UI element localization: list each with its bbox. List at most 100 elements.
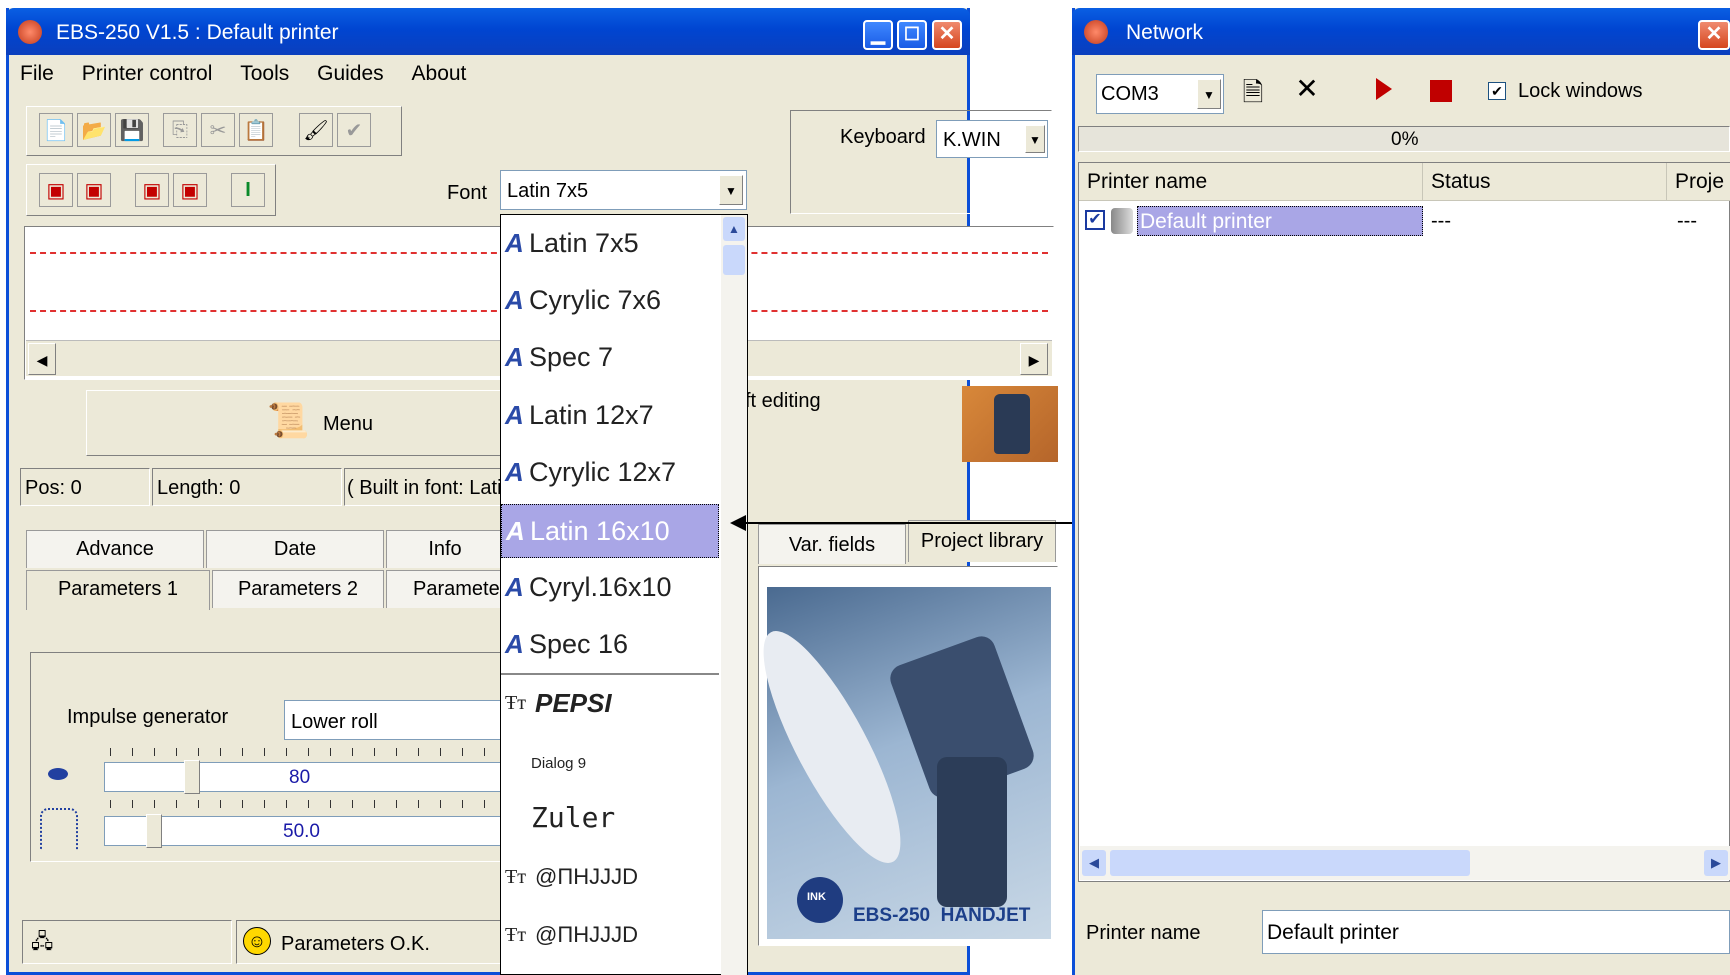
document-icon[interactable]: 🗎 [1236,74,1270,112]
lock-windows-checkbox[interactable]: ✔ [1488,82,1506,100]
open-file-icon[interactable]: 📂 [77,113,111,147]
font-option[interactable]: A Cyrylic 12x7 [501,446,719,498]
cut-icon[interactable]: ✂ [201,113,235,147]
paste-icon[interactable]: 📋 [239,113,273,147]
column-project[interactable]: Proje [1667,163,1730,201]
font-tool-2-icon[interactable]: ▣ [77,173,111,207]
pos-value: Pos: 0 [25,477,82,499]
menu-printer-control[interactable]: Printer control [82,62,213,86]
stop-icon[interactable] [1430,80,1452,102]
slider2-thumb[interactable] [146,814,162,848]
scroll-left-icon[interactable]: ◀ [28,343,56,375]
copy-icon[interactable]: ⎘ [163,113,197,147]
keyboard-select[interactable]: K.WIN ▼ [936,120,1048,158]
printer-name-value: Default printer [1267,921,1399,944]
slider1-thumb[interactable] [184,760,200,794]
tab-project-library[interactable]: Project library [908,520,1056,562]
close-button[interactable]: ✕ [932,20,962,50]
menu-tools[interactable]: Tools [240,62,289,86]
printer-name-label: Printer name [1086,922,1201,944]
tab-date[interactable]: Date [206,530,384,568]
font-chevron-down-icon[interactable]: ▼ [719,175,743,205]
menu-about[interactable]: About [412,62,467,86]
app-icon [18,20,42,44]
font-option-selected[interactable]: A Latin 16x10 [501,504,719,558]
font-option-label: Spec 7 [529,341,614,372]
font-option[interactable]: A Latin 7x5 [501,217,719,269]
system-font-option[interactable]: Ŧт @ΠΗJJJD [501,851,719,903]
tab-parameters-2[interactable]: Parameters 2 [212,570,384,608]
font-option[interactable]: A Cyrylic 7x6 [501,274,719,326]
save-icon[interactable]: 💾 [115,113,149,147]
insert-up-icon[interactable]: ▣ [135,173,169,207]
column-printer-name[interactable]: Printer name [1079,163,1423,201]
delete-icon[interactable]: ✕ [1290,72,1324,110]
new-file-icon[interactable]: 📄 [39,113,73,147]
product-image: INK EBS-250 HANDJET [740,587,1051,939]
menu-guides[interactable]: Guides [317,62,384,86]
minimize-button[interactable]: ▁ [863,20,893,50]
font-option[interactable]: A Cyryl.16x10 [501,561,719,613]
dropdown-scroll-thumb[interactable] [723,245,745,275]
tab-info[interactable]: Info [386,530,504,568]
speed-icon [48,768,68,780]
h-scroll-left-icon[interactable]: ◀ [1082,850,1106,876]
system-font-option[interactable]: Ŧт PEPSI [501,677,719,729]
text-cursor-icon[interactable]: I [231,173,265,207]
system-font-label: PEPSI [535,687,612,718]
font-option-label: Cyrylic 12x7 [529,456,677,487]
lock-windows-label: Lock windows [1518,80,1643,102]
builtin-font-value: ( Built in font: Lati [347,477,502,499]
font-dropdown-scrollbar[interactable]: ▲ [721,215,747,975]
column-status[interactable]: Status [1423,163,1667,201]
system-font-label: Dialog 9 [531,754,587,772]
print-setup-icon[interactable]: 🖌 [299,113,333,147]
send-icon[interactable]: ✔ [337,113,371,147]
font-option[interactable]: A Spec 16 [501,618,719,670]
keyboard-value: K.WIN [943,129,1001,151]
tab-var-fields[interactable]: Var. fields [758,524,906,564]
insert-down-icon[interactable]: ▣ [173,173,207,207]
tab-parameters-1[interactable]: Parameters 1 [26,570,210,610]
network-title-bar[interactable]: Network ✕ [1072,8,1730,55]
system-font-label: @ΠΗJJJD [535,922,638,947]
port-chevron-down-icon[interactable]: ▼ [1197,79,1221,109]
system-font-option[interactable]: Zuler [501,791,719,843]
handjet-thumb-shape [994,394,1030,454]
network-close-button[interactable]: ✕ [1698,20,1730,50]
font-select[interactable]: Latin 7x5 ▼ [500,170,747,210]
network-title: Network [1126,21,1204,44]
length-value: Length: 0 [157,477,241,499]
slider2-track[interactable]: 50.0 [104,816,508,846]
slider1-track[interactable]: 80 [104,762,508,792]
maximize-button[interactable]: ☐ [897,20,927,50]
port-select[interactable]: COM3 ▼ [1096,74,1224,114]
system-font-option[interactable]: Dialog 9 [501,737,719,789]
menu-file[interactable]: File [20,62,54,86]
keyboard-label: Keyboard [840,126,926,148]
scroll-right-icon[interactable]: ▶ [1020,343,1048,375]
h-scroll-thumb[interactable] [1110,850,1470,876]
printer-name-input[interactable]: Default printer [1262,910,1730,954]
network-h-scrollbar[interactable]: ◀ ▶ [1080,846,1730,880]
menu-button[interactable]: 📜 Menu [86,390,506,456]
handjet-grip [937,757,1007,907]
system-font-option[interactable]: Ŧт @ΠΗJJJD [501,909,719,961]
printer-list[interactable] [1078,162,1730,882]
font-option[interactable]: A Latin 12x7 [501,389,719,441]
h-scroll-right-icon[interactable]: ▶ [1704,850,1728,876]
impulse-generator-select[interactable]: Lower roll [284,700,508,740]
row-checkbox[interactable]: ✔ [1085,210,1105,230]
dropdown-scroll-up-icon[interactable]: ▲ [723,217,745,241]
list-header: Printer name Status Proje [1079,163,1730,201]
play-icon[interactable] [1376,78,1392,100]
tab-advance[interactable]: Advance [26,530,204,568]
system-font-label: Zuler [531,800,616,834]
main-title-bar[interactable]: EBS-250 V1.5 : Default printer ▁ ☐ ✕ [6,8,970,55]
font-tool-icon[interactable]: ▣ [39,173,73,207]
tab-parameters-3[interactable]: Paramete [386,570,504,608]
table-row[interactable]: ✔ Default printer --- --- [1079,204,1730,238]
chevron-down-icon[interactable]: ▼ [1025,125,1045,153]
font-option[interactable]: A Spec 7 [501,331,719,383]
builtin-font-field: ( Built in font: Lati [344,468,504,506]
